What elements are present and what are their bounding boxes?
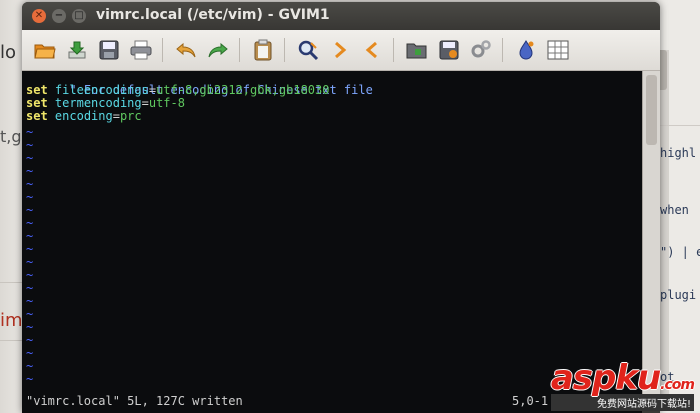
cursor-position: 5,0-1 bbox=[512, 394, 549, 408]
toolbar-separator bbox=[393, 38, 394, 62]
editor-scrollbar[interactable] bbox=[642, 71, 660, 401]
close-window-button[interactable]: ✕ bbox=[32, 9, 46, 23]
status-message: "vimrc.local" 5L, 127C written bbox=[26, 394, 243, 408]
code-option: termencoding bbox=[54, 96, 142, 110]
code-option: fileencodings bbox=[54, 83, 149, 97]
toolbar-separator bbox=[502, 38, 503, 62]
minimize-window-button[interactable]: − bbox=[52, 9, 66, 23]
run-script-icon[interactable] bbox=[470, 39, 492, 61]
background-code-fragment: when bbox=[660, 203, 689, 217]
code-operator: = bbox=[112, 109, 120, 123]
code-line: set encoding=prc bbox=[26, 110, 142, 123]
find-replace-icon[interactable] bbox=[297, 39, 319, 61]
gvim-window: ✕ − □ vimrc.local (/etc/vim) - GVIM1 " F… bbox=[22, 2, 660, 413]
save-icon[interactable] bbox=[98, 39, 120, 61]
redo-icon[interactable] bbox=[207, 39, 229, 61]
maximize-window-button[interactable]: □ bbox=[72, 9, 86, 23]
print-icon[interactable] bbox=[130, 39, 152, 61]
code-operator: = bbox=[141, 96, 149, 110]
undo-icon[interactable] bbox=[175, 39, 197, 61]
background-divider bbox=[655, 125, 700, 126]
toolbar-separator bbox=[162, 38, 163, 62]
code-operator: = bbox=[148, 83, 157, 97]
toolbar-separator bbox=[284, 38, 285, 62]
watermark: aspku.com 免费网站源码下载站! bbox=[550, 358, 695, 411]
background-text-fragment: im bbox=[0, 310, 23, 331]
previous-icon[interactable] bbox=[361, 39, 383, 61]
background-code-fragment: highl bbox=[660, 146, 697, 160]
code-value: prc bbox=[119, 109, 142, 123]
toolbar-separator bbox=[239, 38, 240, 62]
command-line[interactable]: "vimrc.local" 5L, 127C written 5,0-1 bbox=[22, 391, 642, 413]
make-icon[interactable] bbox=[515, 39, 537, 61]
editor-buffer[interactable]: " For default encoding of Chinese txt fi… bbox=[22, 71, 642, 399]
background-code-fragment: plugi bbox=[660, 288, 697, 302]
background-code-fragment: ") | e bbox=[660, 245, 700, 259]
toolbar bbox=[22, 30, 660, 71]
code-keyword: set bbox=[26, 109, 48, 123]
save-download-icon[interactable] bbox=[66, 39, 88, 61]
code-value: utf-8,gb2312,gbk,gb18030 bbox=[156, 83, 330, 97]
next-icon[interactable] bbox=[329, 39, 351, 61]
window-title: vimrc.local (/etc/vim) - GVIM1 bbox=[96, 7, 330, 23]
save-session-icon[interactable] bbox=[438, 39, 460, 61]
tags-icon[interactable] bbox=[547, 39, 569, 61]
paste-icon[interactable] bbox=[252, 39, 274, 61]
load-session-icon[interactable] bbox=[406, 39, 428, 61]
title-bar[interactable]: ✕ − □ vimrc.local (/etc/vim) - GVIM1 bbox=[22, 2, 660, 30]
background-text-fragment: lo bbox=[0, 42, 17, 63]
code-keyword: set bbox=[26, 96, 48, 110]
code-option: encoding bbox=[54, 109, 113, 123]
open-folder-icon[interactable] bbox=[34, 39, 56, 61]
watermark-logo: aspku.com bbox=[550, 358, 695, 398]
code-value: utf-8 bbox=[148, 96, 185, 110]
code-keyword: set bbox=[26, 83, 48, 97]
background-page-right: highl when ") | e plugi ot bbox=[655, 0, 700, 413]
editor-scrollbar-thumb[interactable] bbox=[646, 75, 657, 145]
